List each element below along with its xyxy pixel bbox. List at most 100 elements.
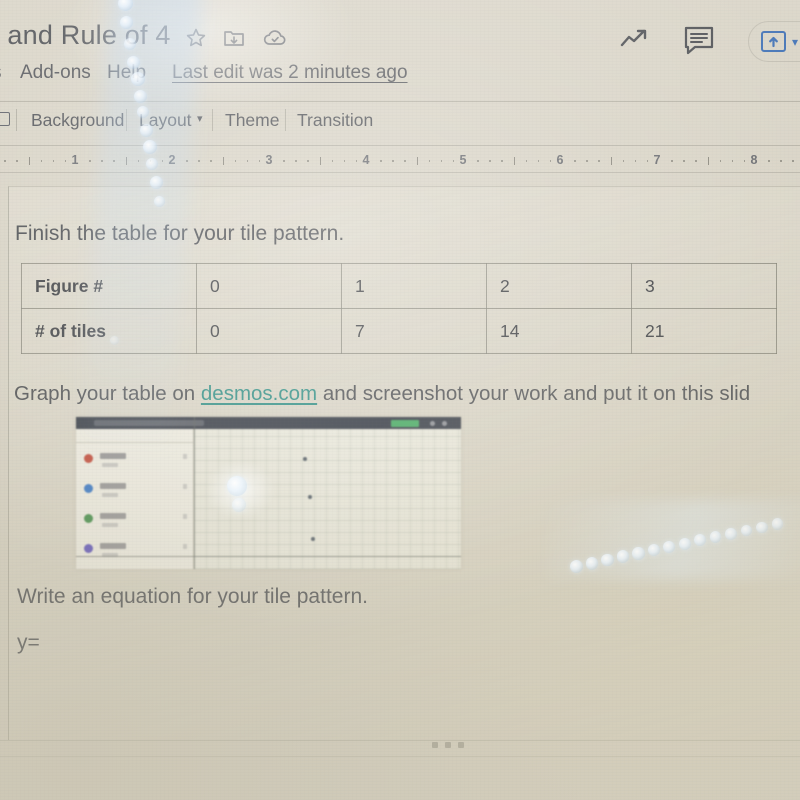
ruler-tick xyxy=(610,157,612,165)
tile-pattern-table[interactable]: Figure # 0 1 2 3 # of tiles 0 7 14 21 xyxy=(21,263,777,354)
expression-index xyxy=(183,454,187,459)
ruler-minor-tick xyxy=(671,160,673,162)
horizontal-ruler[interactable]: 1 2 3 4 5 6 7 8 xyxy=(0,152,800,169)
desmos-topbar xyxy=(76,417,461,429)
move-to-folder-icon[interactable] xyxy=(222,26,246,50)
ruler-tick xyxy=(125,157,127,165)
ruler-minor-tick xyxy=(780,160,782,162)
ruler-minor-tick xyxy=(525,160,528,162)
ruler-minor-tick xyxy=(210,160,212,162)
table-cell[interactable]: 0 xyxy=(196,308,342,354)
ruler-minor-tick xyxy=(634,160,637,162)
ruler-minor-tick xyxy=(440,160,443,162)
desmos-graph-area xyxy=(194,429,461,569)
present-button[interactable]: ▾ xyxy=(748,21,800,62)
desmos-list-header xyxy=(76,429,193,443)
table-cell[interactable]: 14 xyxy=(486,308,632,354)
bottom-divider xyxy=(0,740,800,741)
ruler-minor-tick xyxy=(695,160,697,162)
ruler-tick xyxy=(319,157,321,165)
ruler-minor-tick xyxy=(646,160,649,162)
ruler-minor-tick xyxy=(331,160,334,162)
menu-bar: s Add-ons Help Last edit was 2 minutes a… xyxy=(0,62,800,94)
table-cell[interactable]: 7 xyxy=(341,308,487,354)
flare-bokeh xyxy=(118,0,133,11)
new-slide-icon[interactable] xyxy=(0,112,10,126)
table-cell[interactable]: 1 xyxy=(341,263,487,309)
expression-subtext xyxy=(102,493,118,497)
ruler-minor-tick xyxy=(586,160,588,162)
list-item xyxy=(80,481,190,503)
star-icon[interactable] xyxy=(184,26,208,50)
ruler-minor-tick xyxy=(113,160,115,162)
transition-button[interactable]: Transition xyxy=(297,110,373,131)
ruler-tick xyxy=(416,157,418,165)
ruler-minor-tick xyxy=(283,160,285,162)
ruler-minor-tick xyxy=(40,160,43,162)
document-title[interactable]: s and Rule of 4 xyxy=(0,20,171,51)
ruler-minor-tick xyxy=(537,160,540,162)
expression-text xyxy=(100,543,126,549)
graph-point xyxy=(311,537,315,541)
row-label: Figure # xyxy=(21,263,197,309)
menu-item-addons[interactable]: Add-ons xyxy=(20,62,91,84)
speaker-notes-handle[interactable] xyxy=(432,742,464,748)
graph-y-axis xyxy=(194,417,196,569)
expression-index xyxy=(183,544,187,549)
menu-item-tools[interactable]: s xyxy=(0,62,2,84)
ruler-minor-tick xyxy=(719,160,722,162)
desmos-topbar-icon xyxy=(442,421,447,426)
toolbar-divider xyxy=(285,109,286,131)
ruler-minor-tick xyxy=(549,160,552,162)
graph-point xyxy=(308,495,312,499)
ruler-number: 4 xyxy=(362,153,370,167)
handle-dot xyxy=(458,742,464,748)
table-cell[interactable]: 3 xyxy=(631,263,777,309)
desmos-topbar-icon xyxy=(430,421,435,426)
ruler-minor-tick xyxy=(428,160,431,162)
desmos-link[interactable]: desmos.com xyxy=(201,382,317,405)
ruler-minor-tick xyxy=(743,160,746,162)
cloud-saved-icon[interactable] xyxy=(262,26,288,50)
handle-dot xyxy=(432,742,438,748)
ruler-minor-tick xyxy=(137,160,140,162)
toolbar: Background Layout ▾ Theme Transition xyxy=(0,109,800,138)
background-button[interactable]: Background xyxy=(31,110,124,131)
chevron-down-icon[interactable]: ▾ xyxy=(197,112,203,125)
graph-point xyxy=(303,457,307,461)
answer-field[interactable]: y= xyxy=(17,631,40,655)
comment-icon[interactable] xyxy=(682,24,716,61)
ruler-minor-tick xyxy=(489,160,491,162)
ruler-minor-tick xyxy=(161,160,164,162)
question-2-prefix: Graph your table on xyxy=(14,382,201,405)
ruler-number: 8 xyxy=(750,153,758,167)
question-2-suffix: and screenshot your work and put it on t… xyxy=(317,382,751,405)
ruler-minor-tick xyxy=(149,160,152,162)
theme-button[interactable]: Theme xyxy=(225,110,279,131)
ruler-minor-tick xyxy=(574,160,576,162)
ruler-minor-tick xyxy=(355,160,358,162)
ruler-minor-tick xyxy=(4,160,6,162)
ruler-minor-tick xyxy=(258,160,261,162)
last-edit-status[interactable]: Last edit was 2 minutes ago xyxy=(172,62,408,84)
table-cell[interactable]: 21 xyxy=(631,308,777,354)
table-cell[interactable]: 0 xyxy=(196,263,342,309)
layout-button[interactable]: Layout xyxy=(139,110,192,131)
ruler-minor-tick xyxy=(198,160,200,162)
desmos-graph-screenshot[interactable] xyxy=(76,417,461,569)
table-row[interactable]: Figure # 0 1 2 3 xyxy=(21,263,777,309)
ruler-bottom-divider xyxy=(0,172,800,173)
table-row[interactable]: # of tiles 0 7 14 21 xyxy=(21,308,777,354)
toolbar-divider xyxy=(0,145,800,146)
menu-divider xyxy=(0,101,800,102)
expression-color-swatch xyxy=(84,544,93,553)
trending-up-icon[interactable] xyxy=(618,24,652,59)
chevron-down-icon[interactable]: ▾ xyxy=(792,35,798,49)
slide-canvas[interactable]: Finish the table for your tile pattern. … xyxy=(8,186,800,740)
list-item xyxy=(80,451,190,473)
graph-x-axis xyxy=(76,555,461,557)
table-cell[interactable]: 2 xyxy=(486,263,632,309)
expression-text xyxy=(100,483,126,489)
menu-item-help[interactable]: Help xyxy=(107,62,146,84)
ruler-minor-tick xyxy=(731,160,734,162)
